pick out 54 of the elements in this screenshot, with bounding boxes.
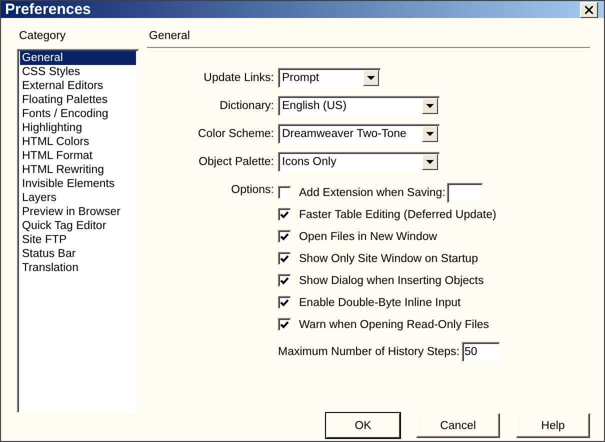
checkbox[interactable] [278,252,291,265]
category-item[interactable]: Site FTP [20,233,136,247]
dropdown-arrow-icon [426,132,434,136]
category-item[interactable]: Status Bar [20,247,136,261]
checkbox-label: Add Extension when Saving: [299,186,446,198]
extension-field[interactable] [447,182,484,202]
close-icon [585,6,593,14]
checkbox-label: Warn when Opening Read-Only Files [299,318,490,330]
close-button[interactable] [580,2,598,18]
checkbox[interactable] [278,208,291,221]
checkbox-label: Show Dialog when Inserting Objects [299,274,484,286]
dropdown-arrow-icon [426,160,434,164]
field-label: Object Palette: [198,156,274,168]
category-item[interactable]: Translation [20,261,136,275]
checkbox-label: Show Only Site Window on Startup [299,252,478,264]
dropdown[interactable]: Dreamweaver Two-Tone [278,124,440,144]
dropdown[interactable]: Prompt [278,68,381,88]
field-label: Dictionary: [218,100,274,112]
category-item[interactable]: Floating Palettes [20,93,136,107]
category-item[interactable]: General [20,51,136,65]
checkbox-label: Open Files in New Window [299,230,438,242]
dialog-button[interactable]: OK [326,413,400,438]
category-heading: Category [18,29,67,44]
dialog-button[interactable]: Cancel [416,413,500,438]
window-title: Preferences [5,1,91,18]
dropdown[interactable]: English (US) [278,96,440,116]
category-item[interactable]: External Editors [20,79,136,93]
checkbox[interactable] [278,186,291,199]
category-item[interactable]: Layers [20,191,136,205]
category-item[interactable]: Quick Tag Editor [20,219,136,233]
category-item[interactable]: Preview in Browser [20,205,136,219]
field-label: Maximum Number of History Steps: [278,346,460,358]
field-label: Color Scheme: [196,128,274,140]
category-item[interactable]: HTML Colors [20,135,136,149]
category-item[interactable]: HTML Rewriting [20,163,136,177]
field-label: Update Links: [202,72,274,84]
history-steps-field[interactable]: 50 [462,342,500,362]
dropdown-arrow-icon [426,104,434,108]
dropdown-arrow-icon [367,76,375,80]
category-item[interactable]: Invisible Elements [20,177,136,191]
checkbox[interactable] [278,296,291,309]
category-item[interactable]: Highlighting [20,121,136,135]
checkbox[interactable] [278,274,291,287]
checkbox[interactable] [278,318,291,331]
category-item[interactable]: Fonts / Encoding [20,107,136,121]
checkbox-label: Faster Table Editing (Deferred Update) [299,208,496,220]
dialog-button[interactable]: Help [516,413,590,438]
dropdown[interactable]: Icons Only [278,152,440,172]
panel-title: General [148,29,191,44]
field-label: Options: [230,184,274,196]
category-item[interactable]: CSS Styles [20,65,136,79]
category-item[interactable]: HTML Format [20,149,136,163]
checkbox[interactable] [278,230,291,243]
checkbox-label: Enable Double-Byte Inline Input [299,296,461,308]
